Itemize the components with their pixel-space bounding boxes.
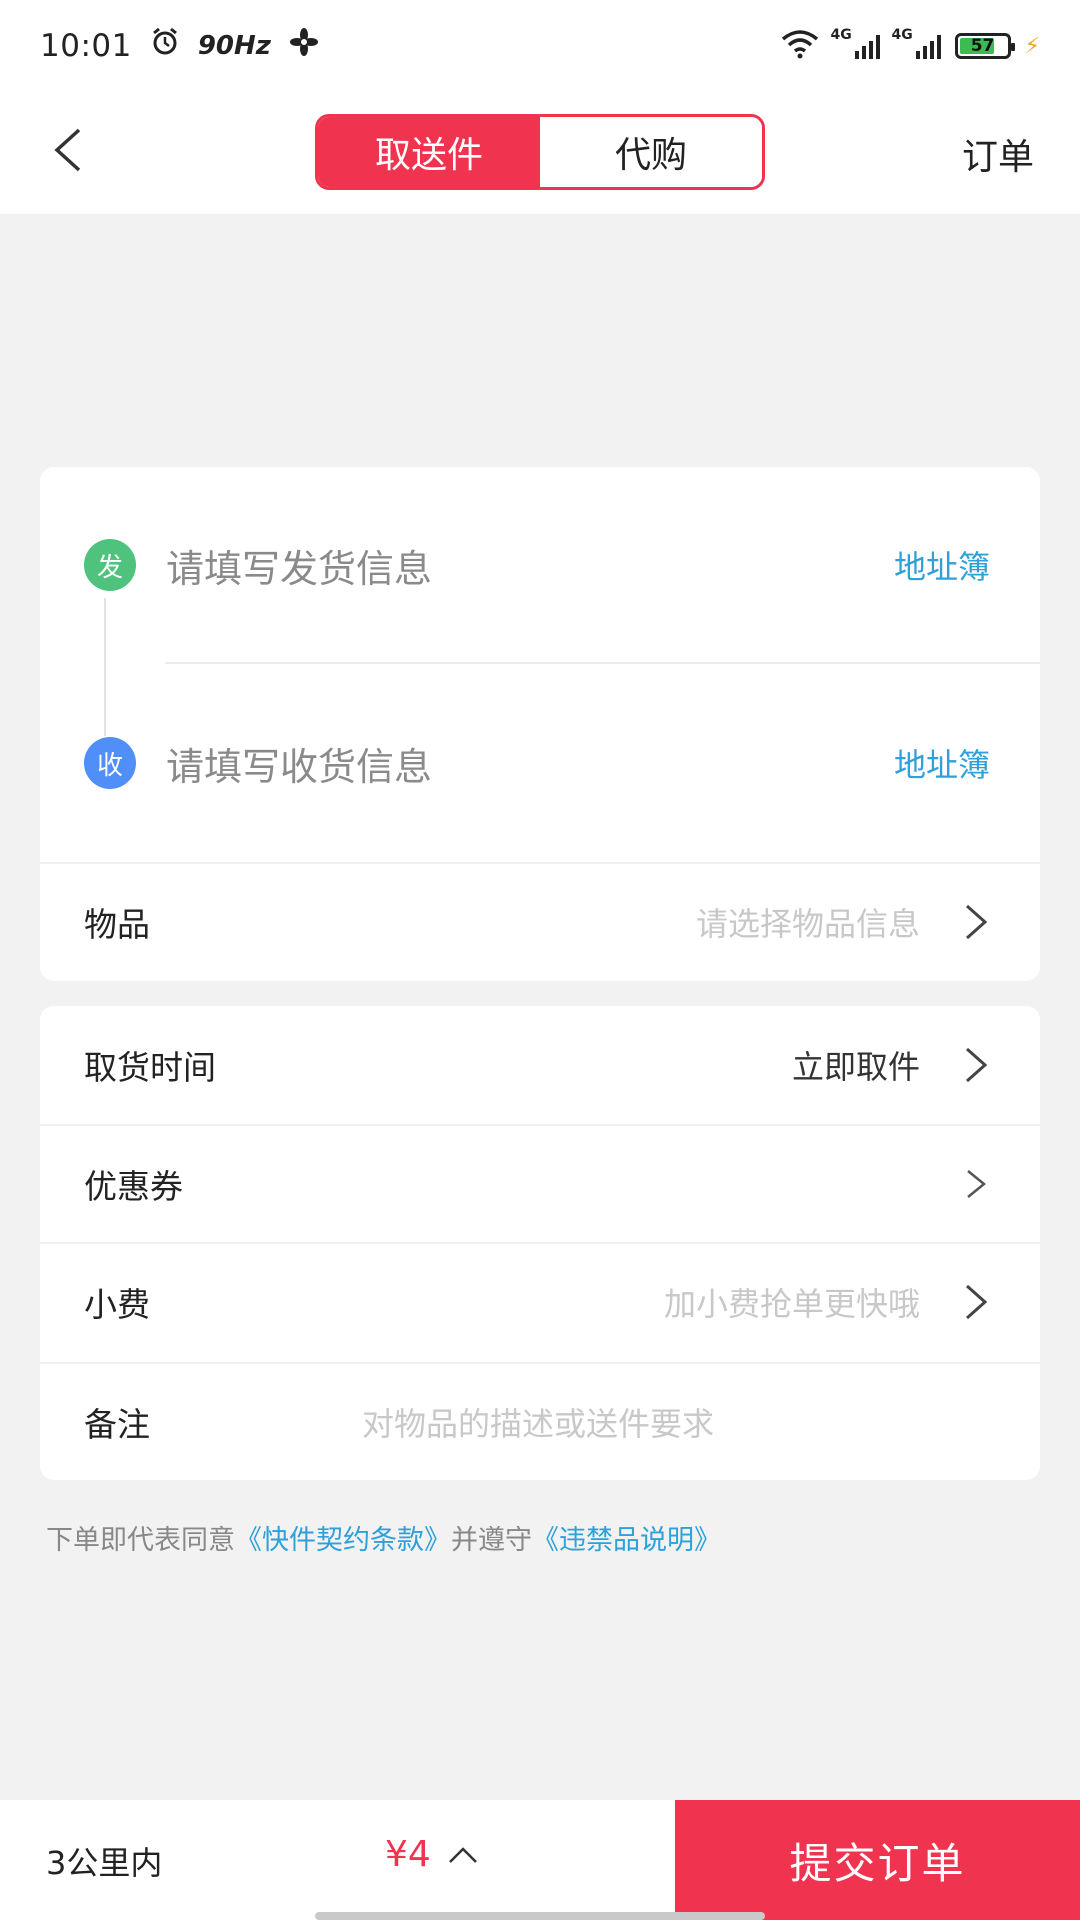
note-label: 备注 <box>84 1405 150 1444</box>
wifi-icon <box>781 29 819 63</box>
send-badge: 发 <box>84 539 136 591</box>
back-button[interactable] <box>38 120 98 180</box>
price-toggle[interactable]: ¥4 <box>385 1834 479 1875</box>
status-time: 10:01 <box>40 28 132 64</box>
charging-icon: ⚡ <box>1024 33 1040 59</box>
item-label: 物品 <box>84 905 150 944</box>
pickup-time-label: 取货时间 <box>84 1048 216 1087</box>
note-row[interactable]: 备注 对物品的描述或送件要求 <box>40 1362 1040 1480</box>
pickup-time-value: 立即取件 <box>791 1048 920 1086</box>
status-left: 10:01 90Hz <box>40 27 319 65</box>
mode-switch: 取送件 代购 <box>315 114 765 190</box>
status-bar: 10:01 90Hz 4G 4G 57 ⚡ <box>0 0 1080 92</box>
receive-address-placeholder[interactable]: 请填写收货信息 <box>166 736 432 791</box>
address-divider <box>165 662 1040 664</box>
tab-pickup-delivery[interactable]: 取送件 <box>318 117 540 187</box>
express-terms-link[interactable]: 《快件契约条款》 <box>235 1525 451 1556</box>
tip-row[interactable]: 小费 加小费抢单更快哦 <box>40 1242 1040 1360</box>
tip-label: 小费 <box>84 1285 150 1324</box>
bottom-bar: 3公里内 ¥4 提交订单 <box>0 1800 1080 1920</box>
coupon-label: 优惠券 <box>84 1167 183 1206</box>
pickup-time-row[interactable]: 取货时间 立即取件 <box>40 1006 1040 1124</box>
header: 取送件 代购 订单 <box>0 92 1080 214</box>
prohibited-items-link[interactable]: 《违禁品说明》 <box>532 1525 721 1556</box>
battery-icon: 57 <box>954 33 1015 59</box>
network-label: 4G <box>891 27 913 43</box>
refresh-rate: 90Hz <box>197 31 271 61</box>
coupon-row[interactable]: 优惠券 <box>40 1124 1040 1242</box>
terms-prefix: 下单即代表同意 <box>46 1525 235 1556</box>
signal-icon: 4G <box>831 27 880 59</box>
tab-purchase[interactable]: 代购 <box>540 117 762 187</box>
status-right: 4G 4G 57 ⚡ <box>781 27 1040 63</box>
item-placeholder: 请选择物品信息 <box>695 905 920 943</box>
send-address-row[interactable]: 发 请填写发货信息 地址簿 <box>40 505 1040 625</box>
receive-address-row[interactable]: 收 请填写收货信息 地址簿 <box>40 703 1040 823</box>
network-label: 4G <box>830 27 852 43</box>
chevron-right-icon <box>962 1045 990 1085</box>
orders-link[interactable]: 订单 <box>962 128 1034 180</box>
submit-order-button[interactable]: 提交订单 <box>675 1800 1080 1920</box>
note-input[interactable]: 对物品的描述或送件要求 <box>362 1399 714 1445</box>
chevron-right-icon <box>962 1282 990 1322</box>
chevron-right-icon <box>962 902 990 942</box>
receive-badge: 收 <box>84 737 136 789</box>
tip-placeholder: 加小费抢单更快哦 <box>663 1285 920 1323</box>
back-arrow-icon <box>54 128 81 172</box>
item-row[interactable]: 物品 请选择物品信息 <box>40 862 1040 980</box>
fan-icon <box>289 27 319 65</box>
terms-notice: 下单即代表同意《快件契约条款》并遵守《违禁品说明》 <box>46 1518 721 1557</box>
battery-level: 57 <box>970 36 995 56</box>
signal-icon: 4G <box>892 27 941 59</box>
terms-middle: 并遵守 <box>451 1525 532 1556</box>
receive-address-book-link[interactable]: 地址簿 <box>894 740 990 786</box>
distance-label: 3公里内 <box>46 1844 163 1882</box>
send-address-placeholder[interactable]: 请填写发货信息 <box>166 538 432 593</box>
home-indicator[interactable] <box>315 1912 765 1920</box>
send-address-book-link[interactable]: 地址簿 <box>894 542 990 588</box>
chevron-right-icon <box>962 1164 990 1204</box>
alarm-icon <box>150 27 180 65</box>
chevron-up-icon <box>448 1846 477 1863</box>
price-value: ¥4 <box>385 1834 431 1875</box>
